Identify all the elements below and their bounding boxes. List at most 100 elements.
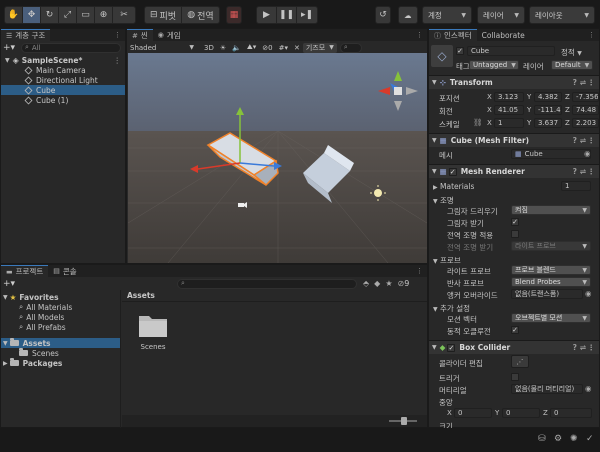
account-dropdown[interactable]: 계정 ▼ <box>422 6 472 24</box>
hierarchy-item[interactable]: Main Camera <box>1 65 125 75</box>
more-options-icon[interactable]: ⋮ <box>416 267 423 275</box>
additional-settings-foldout[interactable]: ▼ 추가 설정 <box>433 303 470 314</box>
transform-header[interactable]: ▼ ⊹ Transform ? ⇌ ⋮ <box>429 75 599 89</box>
center-x-field[interactable]: 0 <box>454 408 492 418</box>
expand-triangle-icon[interactable]: ▶ <box>3 360 8 367</box>
shading-mode-dropdown[interactable]: Shaded ▼ <box>127 43 197 53</box>
rotation-z-field[interactable]: 74.48 <box>572 105 599 115</box>
hidden-packages-icon[interactable]: ⊘ <box>397 279 404 288</box>
grid-snap-button[interactable]: ▦ <box>226 6 242 24</box>
center-z-field[interactable]: 0 <box>550 408 592 418</box>
services-button[interactable]: ↺ <box>375 6 391 24</box>
hand-tool-icon[interactable]: ✋ <box>5 7 23 23</box>
scale-z-field[interactable]: 2.203 <box>572 118 599 128</box>
cloud-button[interactable]: ☁ <box>398 6 418 24</box>
more-options-icon[interactable]: ⋮ <box>416 31 423 39</box>
layer-dropdown[interactable]: Default ▼ <box>551 60 593 70</box>
audio-toggle-icon[interactable]: 🔈 <box>229 43 244 53</box>
active-checkbox[interactable]: ✓ <box>456 47 464 55</box>
hierarchy-item[interactable]: Cube (1) <box>1 95 125 105</box>
scale-link-icon[interactable]: ⛓ <box>473 118 483 127</box>
center-y-field[interactable]: 0 <box>502 408 540 418</box>
hierarchy-item-selected[interactable]: Cube <box>1 85 125 95</box>
presets-icon[interactable]: ⇌ <box>580 78 586 87</box>
favorite-item[interactable]: ⌕ All Models <box>19 312 64 322</box>
mesh-object-field[interactable]: ▦ Cube <box>511 149 591 159</box>
tab-collaborate[interactable]: Collaborate <box>477 29 530 41</box>
packages-folder-row[interactable]: ▶ Packages <box>3 358 62 368</box>
presets-icon[interactable]: ⇌ <box>580 136 586 145</box>
hierarchy-item[interactable]: Directional Light <box>1 75 125 85</box>
more-options-icon[interactable]: ⋮ <box>114 31 121 39</box>
object-picker-icon[interactable]: ◉ <box>585 289 592 298</box>
scene-render[interactable] <box>128 53 427 263</box>
position-z-field[interactable]: -7.356 <box>572 92 599 102</box>
receive-shadows-checkbox[interactable]: ✓ <box>511 218 519 226</box>
dynamic-occlusion-checkbox[interactable]: ✓ <box>511 326 519 334</box>
static-toggle[interactable]: 정적 ▼ <box>561 47 582 58</box>
is-trigger-checkbox[interactable] <box>511 373 519 381</box>
materials-size-field[interactable]: 1 <box>561 181 591 191</box>
breadcrumb-assets[interactable]: Assets <box>127 291 155 300</box>
tab-project[interactable]: ▬ 프로젝트 <box>1 265 49 277</box>
help-icon[interactable]: ? <box>573 343 577 352</box>
light-probes-dropdown[interactable]: 프로브 블렌드 ▼ <box>511 265 591 275</box>
object-name-field[interactable]: Cube <box>467 46 555 56</box>
2d-toggle[interactable]: 3D <box>201 43 217 53</box>
pivot-toggle[interactable]: ⊟ 피벗 <box>145 7 183 23</box>
filter-type-icon[interactable]: ⬘ <box>363 279 369 288</box>
add-icon[interactable]: +▾ <box>1 279 17 289</box>
expand-triangle-icon[interactable]: ▼ <box>432 137 437 144</box>
scene-search-input[interactable]: ⌕ <box>339 42 362 53</box>
materials-foldout[interactable]: ▶ Materials <box>433 182 474 191</box>
project-search-input[interactable]: ⌕ <box>177 278 357 289</box>
tab-console[interactable]: ▤ 콘솔 <box>48 265 81 277</box>
reflection-probes-dropdown[interactable]: Blend Probes ▼ <box>511 277 591 287</box>
rect-tool-icon[interactable]: ▭ <box>77 7 95 23</box>
tools-icon[interactable]: ✕ <box>291 43 303 53</box>
cast-shadows-dropdown[interactable]: 켜짐 ▼ <box>511 205 591 215</box>
folder-item[interactable]: Scenes <box>19 348 59 358</box>
box-collider-enabled-checkbox[interactable]: ✓ <box>447 343 456 352</box>
component-menu-icon[interactable]: ⋮ <box>588 167 596 176</box>
notifications-icon[interactable]: ✓ <box>586 434 594 444</box>
rotation-y-field[interactable]: -111.4 <box>534 105 562 115</box>
help-icon[interactable]: ? <box>573 136 577 145</box>
layout-dropdown[interactable]: 레이아웃 ▼ <box>529 6 595 24</box>
component-menu-icon[interactable]: ⋮ <box>588 136 596 145</box>
scale-tool-icon[interactable]: ⤢ <box>59 7 77 23</box>
favorite-item[interactable]: ⌕ All Materials <box>19 302 72 312</box>
icon-size-slider[interactable] <box>389 417 417 425</box>
component-menu-icon[interactable]: ⋮ <box>588 78 596 87</box>
auto-generate-lighting-icon[interactable]: ⚙ <box>554 434 562 444</box>
filter-label-icon[interactable]: ◆ <box>374 279 380 288</box>
help-icon[interactable]: ? <box>573 78 577 87</box>
grid-toggle-icon[interactable]: #▾ <box>276 43 291 53</box>
expand-triangle-icon[interactable]: ▼ <box>3 294 8 301</box>
tab-scene[interactable]: # 씬 <box>127 29 153 41</box>
move-tool-icon[interactable]: ✥ <box>23 7 41 23</box>
contribute-gi-checkbox[interactable] <box>511 230 519 238</box>
expand-triangle-icon[interactable]: ▼ <box>432 79 437 86</box>
mesh-filter-header[interactable]: ▼ ▦ Cube (Mesh Filter) ? ⇌ ⋮ <box>429 133 599 147</box>
motion-vectors-dropdown[interactable]: 오브젝트별 모션 ▼ <box>511 313 591 323</box>
more-options-icon[interactable]: ⋮ <box>588 31 595 39</box>
presets-icon[interactable]: ⇌ <box>580 167 586 176</box>
add-icon[interactable]: +▾ <box>1 43 17 53</box>
expand-triangle-icon[interactable]: ▼ <box>432 344 437 351</box>
favorite-star-icon[interactable]: ★ <box>385 279 392 288</box>
assets-folder-row[interactable]: ▼ Assets <box>1 338 120 348</box>
scale-y-field[interactable]: 3.637 <box>534 118 562 128</box>
position-x-field[interactable]: 3.123 <box>494 92 524 102</box>
mesh-renderer-enabled-checkbox[interactable]: ✓ <box>448 167 457 176</box>
tab-game[interactable]: ◉ 게임 <box>153 29 186 41</box>
cache-server-icon[interactable]: ⛁ <box>538 434 546 444</box>
hidden-objects-toggle[interactable]: ⊘ 0 <box>259 43 275 53</box>
play-button-icon[interactable]: ▶ <box>257 7 277 23</box>
step-button-icon[interactable]: ▸❚ <box>297 7 317 23</box>
effects-dropdown-icon[interactable]: ⛰▾ <box>244 43 259 53</box>
tab-hierarchy[interactable]: ☰ 계층 구조 <box>1 29 51 41</box>
object-picker-icon[interactable]: ◉ <box>584 149 591 158</box>
custom-tool-icon[interactable]: ✂ <box>113 7 135 23</box>
collider-material-field[interactable]: 없음(물리 머티리얼) <box>511 384 583 394</box>
